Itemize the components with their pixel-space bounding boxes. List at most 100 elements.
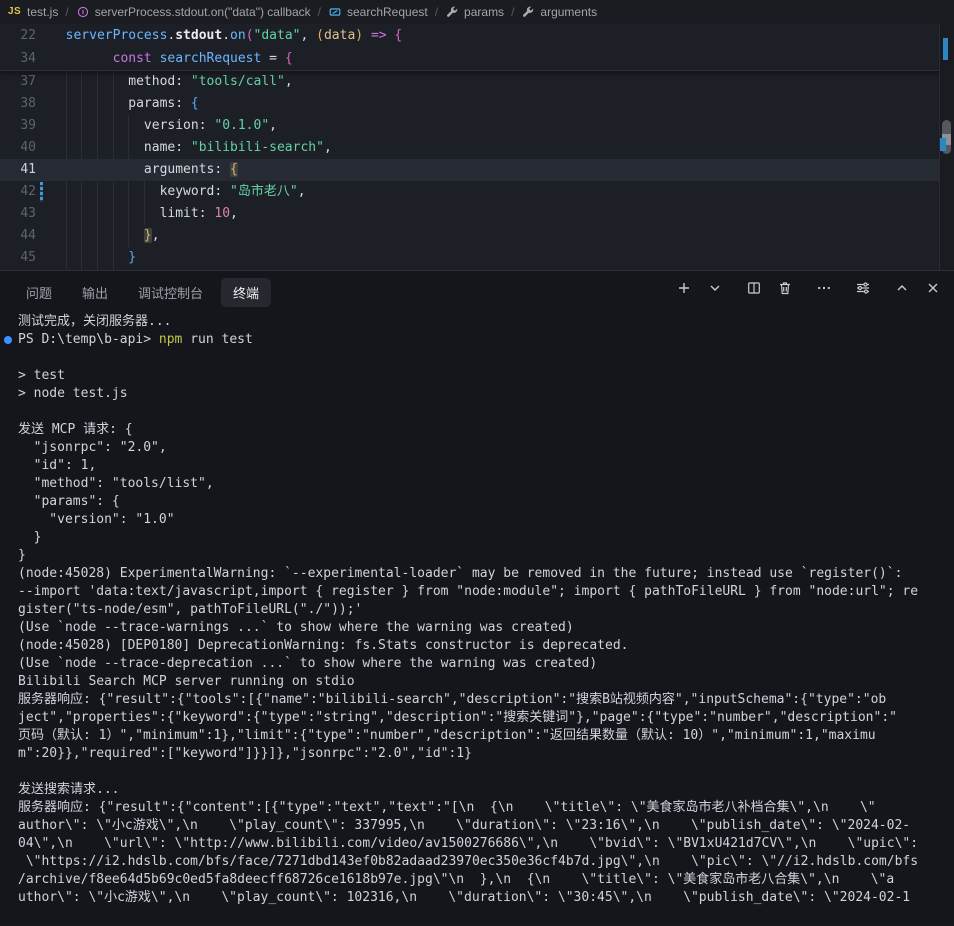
sticky-scroll: 22 serverProcess.stdout.on("data", (data… [0,24,954,71]
breadcrumb-separator: / [435,5,438,19]
breadcrumb-separator: / [65,5,68,19]
tab-terminal[interactable]: 终端 [221,278,271,307]
panel-action-bar [675,279,942,297]
line-number: 40 [0,137,36,159]
wrench-icon [521,5,535,19]
code-line-39[interactable]: 39 version: "0.1.0", [0,115,954,137]
code-line-34[interactable]: 34 const searchRequest = { [0,47,954,70]
line-number: 38 [0,93,36,115]
bottom-panel: 问题输出调试控制台终端 测试完成，关闭服务器...PS D:\temp\b-ap… [0,270,954,925]
terminal-line: PS D:\temp\b-api> npm run test [0,331,954,349]
code-text: limit: 10, [50,203,238,225]
terminal-line: \"https://i2.hdslb.com/bfs/face/7271dbd1… [0,853,954,871]
code-line-40[interactable]: 40 name: "bilibili-search", [0,137,954,159]
new-terminal-button[interactable] [675,279,693,297]
close-icon [925,280,941,296]
terminal-line: ject","properties":{"keyword":{"type":"s… [0,709,954,727]
editor-scrollbar[interactable] [939,24,954,270]
breadcrumb-item-symbol-arguments[interactable]: arguments [521,5,597,19]
split-terminal-button[interactable] [745,279,763,297]
code-body: 37 method: "tools/call",38 params: {39 v… [0,71,954,269]
terminal-line: (Use `node --trace-warnings ...` to show… [0,619,954,637]
breadcrumb-item-symbol-callback[interactable]: serverProcess.stdout.on("data") callback [76,5,311,19]
tab-output[interactable]: 输出 [70,278,120,307]
terminal-line: "id": 1, [0,457,954,475]
terminal-line: (node:45028) ExperimentalWarning: `--exp… [0,565,954,583]
code-text: params: { [50,93,199,115]
line-number: 45 [0,247,36,269]
git-modified-gutter-marker [40,182,43,202]
terminal-line [0,763,954,781]
terminal-line: (node:45028) [DEP0180] DeprecationWarnin… [0,637,954,655]
terminal-line: 服务器响应: {"result":{"tools":[{"name":"bili… [0,691,954,709]
terminal-output[interactable]: 测试完成，关闭服务器...PS D:\temp\b-api> npm run t… [0,313,954,926]
breadcrumb-item-symbol-params[interactable]: params [445,5,504,19]
breadcrumb-label: arguments [540,5,597,19]
terminal-line: m":20}},"required":["keyword"]}}]},"json… [0,745,954,763]
more-actions-button[interactable] [815,279,833,297]
terminal-line: uthor\": \"小c游戏\",\n \"play_count\": 102… [0,889,954,907]
breadcrumb: JStest.js / serverProcess.stdout.on("data"… [0,0,954,24]
trash-icon [777,280,793,296]
chevron-up-icon [894,280,910,296]
kill-terminal-button[interactable] [776,279,794,297]
terminal-line: > node test.js [0,385,954,403]
code-line-41[interactable]: 41 arguments: { [0,159,954,181]
overview-modified-marker [943,38,948,60]
terminal-line: 发送 MCP 请求: { [0,421,954,439]
line-number: 39 [0,115,36,137]
terminal-line: "method": "tools/list", [0,475,954,493]
terminal-launch-dropdown[interactable] [706,279,724,297]
line-number: 42 [0,181,36,203]
terminal-line: Bilibili Search MCP server running on st… [0,673,954,691]
line-number: 41 [0,159,36,181]
code-line-37[interactable]: 37 method: "tools/call", [0,71,954,93]
split-icon [746,280,762,296]
code-line-43[interactable]: 43 limit: 10, [0,203,954,225]
terminal-line: 测试完成，关闭服务器... [0,313,954,331]
terminal-line: 发送搜索请求... [0,781,954,799]
code-text: }, [50,225,160,247]
code-editor[interactable]: 22 serverProcess.stdout.on("data", (data… [0,24,954,270]
code-line-42[interactable]: 42 keyword: "岛市老八", [0,181,954,203]
code-line-44[interactable]: 44 }, [0,225,954,247]
terminal-line: "version": "1.0" [0,511,954,529]
js-icon: JS [8,5,22,19]
line-number: 22 [0,24,36,47]
command-decoration-dot[interactable] [4,336,12,344]
code-text: const searchRequest = { [50,47,293,70]
tab-problems[interactable]: 问题 [14,278,64,307]
terminal-line: > test [0,367,954,385]
breadcrumb-label: searchRequest [347,5,428,19]
close-panel-button[interactable] [924,279,942,297]
code-line-22[interactable]: 22 serverProcess.stdout.on("data", (data… [0,24,954,47]
terminal-line [0,349,954,367]
code-line-45[interactable]: 45 } [0,247,954,269]
breadcrumb-label: params [464,5,504,19]
code-line-38[interactable]: 38 params: { [0,93,954,115]
panel-options-button[interactable] [854,279,872,297]
terminal-line: "params": { [0,493,954,511]
variable-icon [328,5,342,19]
terminal-line: /archive/f8ee64d5b69c0ed5fa8deecff68726c… [0,871,954,889]
terminal-line [0,403,954,421]
terminal-line: } [0,529,954,547]
breadcrumb-item-file-testjs[interactable]: JStest.js [8,5,58,19]
wrench-icon [445,5,459,19]
terminal-line: (Use `node --trace-deprecation ...` to s… [0,655,954,673]
line-number: 43 [0,203,36,225]
code-text: version: "0.1.0", [50,115,277,137]
line-number: 37 [0,71,36,93]
plus-icon [676,280,692,296]
breadcrumb-item-symbol-searchrequest[interactable]: searchRequest [328,5,428,19]
callback-icon [76,5,90,19]
code-text: name: "bilibili-search", [50,137,332,159]
tab-debug-console[interactable]: 调试控制台 [126,278,215,307]
code-text: serverProcess.stdout.on("data", (data) =… [50,24,402,47]
code-text: arguments: { [50,159,238,181]
line-number: 34 [0,47,36,70]
maximize-panel-button[interactable] [893,279,911,297]
overview-modified-marker-2 [940,138,946,151]
code-text: method: "tools/call", [50,71,293,93]
terminal-line: author\": \"小c游戏\",\n \"play_count\": 33… [0,817,954,835]
